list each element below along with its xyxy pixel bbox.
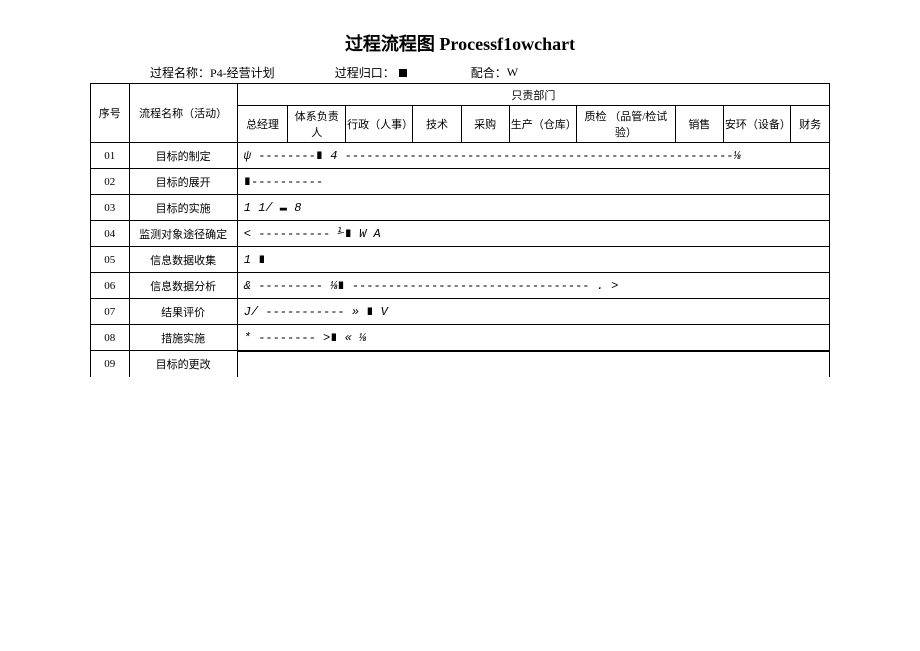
- header-admin: 行政（人事）: [346, 106, 413, 143]
- cell-flow: ∎----------: [237, 169, 829, 195]
- process-name-value: P4-经营计划: [210, 64, 275, 81]
- cell-seq: 02: [91, 169, 130, 195]
- table-row: 07 结果评价 J/ ----------- » ∎ V: [91, 299, 830, 325]
- cooperate-value: W: [507, 65, 518, 80]
- header-system: 体系负责人: [288, 106, 346, 143]
- cell-activity: 结果评价: [129, 299, 237, 325]
- header-production: 生产（仓库）: [509, 106, 576, 143]
- cell-seq: 09: [91, 351, 130, 377]
- table-row: 06 信息数据分析 & --------- ⅛∎ ---------------…: [91, 273, 830, 299]
- header-gm: 总经理: [237, 106, 288, 143]
- cell-flow: * -------- >∎ « ⅛: [237, 325, 829, 351]
- square-icon: [399, 69, 407, 77]
- header-activity: 流程名称（活动）: [129, 84, 237, 143]
- header-seq: 序号: [91, 84, 130, 143]
- header-dept-group: 只责部门: [237, 84, 829, 106]
- cell-flow: ψ --------∎ 4 --------------------------…: [237, 143, 829, 169]
- cooperate-label: 配合：: [471, 64, 507, 81]
- cell-activity: 目标的实施: [129, 195, 237, 221]
- cell-seq: 04: [91, 221, 130, 247]
- cell-seq: 01: [91, 143, 130, 169]
- header-sales: 销售: [675, 106, 723, 143]
- table-row: 05 信息数据收集 1 ∎: [91, 247, 830, 273]
- table-row: 03 目标的实施 1 1/ ▬ 8: [91, 195, 830, 221]
- meta-cooperate: 配合： W: [471, 64, 518, 81]
- table-row: 08 措施实施 * -------- >∎ « ⅛: [91, 325, 830, 351]
- table-body: 01 目标的制定 ψ --------∎ 4 -----------------…: [91, 143, 830, 377]
- cell-flow: [237, 351, 829, 377]
- cell-seq: 05: [91, 247, 130, 273]
- cell-flow: < ---------- ⅟∎ W A: [237, 221, 829, 247]
- table-row: 01 目标的制定 ψ --------∎ 4 -----------------…: [91, 143, 830, 169]
- cell-activity: 目标的展开: [129, 169, 237, 195]
- header-purchase: 采购: [461, 106, 509, 143]
- header-quality: 质检 （品管/检试验）: [577, 106, 676, 143]
- flowchart-table: 序号 流程名称（活动） 只责部门 总经理 体系负责人 行政（人事） 技术 采购 …: [90, 83, 830, 377]
- meta-process-owner: 过程归口：: [335, 64, 411, 81]
- cell-seq: 06: [91, 273, 130, 299]
- table-row: 04 监测对象途径确定 < ---------- ⅟∎ W A: [91, 221, 830, 247]
- cell-seq: 03: [91, 195, 130, 221]
- cell-flow: 1 ∎: [237, 247, 829, 273]
- cell-flow: & --------- ⅛∎ -------------------------…: [237, 273, 829, 299]
- cell-activity: 措施实施: [129, 325, 237, 351]
- meta-process-name: 过程名称： P4-经营计划: [150, 64, 275, 81]
- cell-activity: 信息数据收集: [129, 247, 237, 273]
- page-title: 过程流程图 Processf1owchart: [90, 30, 830, 56]
- header-safety: 安环（设备）: [723, 106, 790, 143]
- cell-seq: 08: [91, 325, 130, 351]
- cell-activity: 监测对象途径确定: [129, 221, 237, 247]
- cell-flow: 1 1/ ▬ 8: [237, 195, 829, 221]
- header-tech: 技术: [413, 106, 461, 143]
- cell-activity: 信息数据分析: [129, 273, 237, 299]
- meta-row: 过程名称： P4-经营计划 过程归口： 配合： W: [90, 64, 830, 81]
- cell-activity: 目标的制定: [129, 143, 237, 169]
- process-owner-label: 过程归口：: [335, 64, 395, 81]
- table-row: 09 目标的更改: [91, 351, 830, 377]
- process-name-label: 过程名称：: [150, 64, 210, 81]
- header-finance: 财务: [791, 106, 830, 143]
- cell-seq: 07: [91, 299, 130, 325]
- cell-activity: 目标的更改: [129, 351, 237, 377]
- table-row: 02 目标的展开 ∎----------: [91, 169, 830, 195]
- cell-flow: J/ ----------- » ∎ V: [237, 299, 829, 325]
